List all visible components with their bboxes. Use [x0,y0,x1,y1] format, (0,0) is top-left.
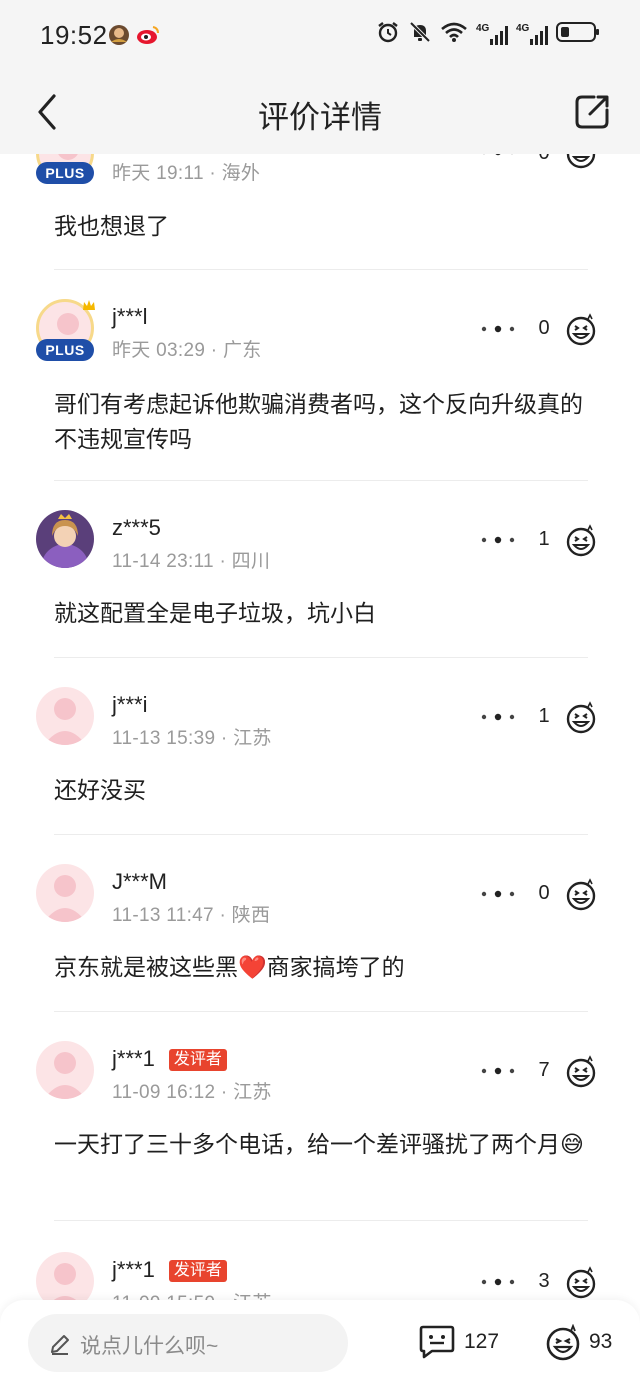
comment-meta: 11-13 15:39 · 江苏 [112,728,272,749]
divider [54,1011,588,1012]
comment-meta: 昨天 19:11 · 海外 [112,163,261,184]
author-tag: 发评者 [168,1260,227,1282]
username: j***i [112,692,148,717]
plus-badge: PLUS [36,339,94,361]
laugh-emoji-icon[interactable] [544,1324,582,1362]
battery-icon [556,20,600,49]
signal-4g-icon: 4G [476,23,508,47]
divider [54,834,588,835]
like-count: 3 [538,1270,550,1292]
comment-count: 127 [464,1330,500,1353]
comment-meta: 昨天 03:29 · 广东 [112,340,262,361]
share-button[interactable] [572,92,612,132]
more-dots-icon[interactable] [478,711,518,723]
comment-meta: 11-13 11:47 · 陕西 [112,905,271,926]
crown-icon [83,300,95,310]
laugh-emoji-icon[interactable] [564,1055,598,1089]
comment-text: 还好没买 [54,777,146,803]
nav-bar: 评价详情 [0,72,640,154]
like-count: 0 [538,882,550,904]
avatar-app-icon [108,24,130,51]
comment-input[interactable]: 说点儿什么呗~ [28,1314,348,1372]
laugh-emoji-icon[interactable] [564,1266,598,1300]
laugh-emoji-icon[interactable] [564,313,598,347]
avatar[interactable] [36,1252,94,1304]
status-time: 19:52 [40,20,108,50]
divider [54,480,588,481]
comment-text: 哥们有考虑起诉他欺骗消费者吗，这个反向升级真的不违规宣传吗 [54,391,583,452]
comment-meta: 11-09 16:12 · 江苏 [112,1082,272,1103]
avatar[interactable] [36,687,94,745]
more-dots-icon[interactable] [478,1276,518,1288]
username: z***5 [112,515,161,540]
plus-badge: PLUS [36,162,94,184]
author-tag: 发评者 [168,1049,227,1071]
username: j***1 发评者 [112,1046,227,1072]
signal-4g-icon: 4G [516,23,548,47]
comment-text: 就这配置全是电子垃圾，坑小白 [54,600,376,626]
username: j***1 发评者 [112,1257,227,1283]
like-count: 1 [538,705,550,727]
comment-text: 我也想退了 [54,213,169,239]
more-dots-icon[interactable] [478,1065,518,1077]
avatar[interactable] [36,864,94,922]
comment-list[interactable]: PLUS 昨天 19:11 · 海外 0 我也想退了 PLUS j***l 昨天… [0,154,640,1304]
username: j***l [112,304,148,329]
avatar[interactable] [36,1041,94,1099]
username: J***M [112,869,168,894]
like-count: 0 [532,154,556,165]
more-dots-icon[interactable] [478,323,518,335]
wifi-icon [440,21,468,48]
pencil-icon [51,1335,69,1355]
like-count-total: 93 [589,1330,613,1353]
like-count: 1 [538,528,550,550]
comment-meta: 11-14 23:11 · 四川 [112,551,271,572]
alarm-icon [376,20,400,49]
mute-icon [408,20,432,49]
comment-text: 一天打了三十多个电话，给一个差评骚扰了两个月😅 [54,1131,584,1157]
more-dots-icon[interactable] [478,154,518,158]
more-dots-icon[interactable] [478,888,518,900]
laugh-emoji-icon[interactable] [564,701,598,735]
comment-icon[interactable] [418,1324,456,1360]
comment-input-placeholder: 说点儿什么呗~ [80,1335,219,1358]
share-icon [575,95,609,129]
divider [54,657,588,658]
like-count: 7 [538,1059,550,1081]
bottom-action-bar: 说点儿什么呗~ 127 93 [0,1300,640,1386]
more-dots-icon[interactable] [478,534,518,546]
laugh-emoji-icon[interactable] [564,524,598,558]
laugh-emoji-icon[interactable] [564,154,598,170]
weibo-icon [136,24,160,51]
avatar[interactable] [36,510,94,568]
like-count: 0 [538,317,550,339]
laugh-emoji-icon[interactable] [564,878,598,912]
comment-text: 京东就是被这些黑❤️商家搞垮了的 [54,954,405,980]
divider [54,269,588,270]
divider [54,1220,588,1221]
page-title: 评价详情 [258,100,382,135]
status-bar: 19:52 4G 4G [0,0,640,72]
